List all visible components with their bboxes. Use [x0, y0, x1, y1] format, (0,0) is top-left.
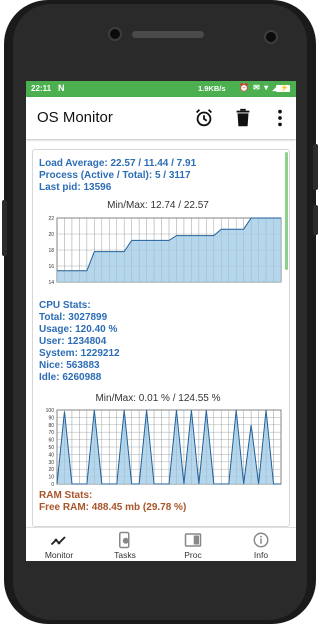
tick-label: 40	[48, 452, 54, 458]
ram-free: Free RAM: 488.45 mb (29.78 %)	[39, 502, 187, 513]
load-average: Load Average: 22.57 / 11.44 / 7.91	[39, 158, 197, 169]
nav-info[interactable]: Info	[234, 528, 288, 561]
monitor-card[interactable]: Load Average: 22.57 / 11.44 / 7.91 Proce…	[32, 149, 290, 527]
cpu-total: Total: 3027899	[39, 312, 108, 323]
front-camera	[108, 27, 122, 41]
tick-label: 80	[48, 423, 54, 429]
delete-icon[interactable]	[232, 107, 254, 129]
cpu-usage: Usage: 120.40 %	[39, 324, 118, 335]
earpiece	[132, 31, 204, 38]
alarm-icon[interactable]	[193, 107, 215, 129]
status-icons: ⏰ ✉ ▾ ◢	[239, 83, 280, 92]
power-button	[313, 205, 318, 235]
notification-icon: N	[58, 83, 65, 93]
tick-label: 18	[48, 248, 54, 254]
side-button	[2, 200, 7, 256]
cpu-nice: Nice: 563883	[39, 360, 100, 371]
volume-button	[313, 144, 318, 190]
tick-label: 20	[48, 232, 54, 238]
cpu-idle: Idle: 6260988	[39, 372, 102, 383]
tick-label: 20	[48, 467, 54, 473]
tasks-icon	[119, 531, 130, 549]
bottom-navigation: Monitor Tasks Proc Info	[26, 527, 296, 561]
more-vert-icon[interactable]	[269, 107, 291, 129]
tick-label: 0	[51, 482, 54, 488]
process-count: Process (Active / Total): 5 / 3117	[39, 170, 191, 181]
cpu-system: System: 1229212	[39, 348, 120, 359]
load-chart-title: Min/Max: 12.74 / 22.57	[107, 200, 209, 211]
nav-tasks[interactable]: Tasks	[98, 528, 152, 561]
status-bar: 22:11 N 1.9KB/s ⏰ ✉ ▾ ◢ ⚡	[26, 81, 296, 97]
battery-icon: ⚡	[276, 85, 290, 92]
network-speed: 1.9KB/s	[198, 84, 226, 93]
screen: 22:11 N 1.9KB/s ⏰ ✉ ▾ ◢ ⚡ OS Monitor Loa…	[26, 81, 296, 561]
nav-proc-label: Proc	[184, 550, 202, 560]
nav-info-label: Info	[253, 550, 269, 560]
nav-monitor[interactable]: Monitor	[32, 528, 86, 561]
app-toolbar: OS Monitor	[26, 97, 296, 139]
info-icon	[253, 532, 269, 548]
tick-label: 10	[48, 475, 54, 481]
tick-label: 50	[48, 445, 54, 451]
last-pid: Last pid: 13596	[39, 182, 112, 193]
cpu-chart-title: Min/Max: 0.01 % / 124.55 %	[95, 393, 221, 404]
tick-label: 16	[48, 264, 54, 270]
status-time: 22:11	[31, 84, 52, 93]
cpu-user: User: 1234804	[39, 336, 107, 347]
scrollbar[interactable]	[285, 152, 288, 270]
tick-label: 90	[48, 415, 54, 421]
nav-tasks-label: Tasks	[114, 550, 136, 560]
sensor	[264, 30, 278, 44]
tick-label: 100	[46, 408, 55, 414]
nav-monitor-label: Monitor	[44, 550, 74, 560]
cpu-header: CPU Stats:	[39, 300, 91, 311]
tick-label: 70	[48, 430, 54, 436]
tick-label: 30	[48, 460, 54, 466]
tick-label: 60	[48, 438, 54, 444]
trend-icon	[50, 536, 66, 546]
load-chart: 14 16 18 20 22	[48, 216, 282, 286]
cpu-chart: 010 2030 405060 7080 90100	[46, 408, 282, 488]
app-title: OS Monitor	[37, 109, 113, 126]
tick-label: 22	[48, 216, 54, 222]
ram-header: RAM Stats:	[39, 490, 93, 501]
proc-icon	[184, 533, 202, 547]
tick-label: 14	[48, 280, 54, 286]
nav-proc[interactable]: Proc	[166, 528, 220, 561]
